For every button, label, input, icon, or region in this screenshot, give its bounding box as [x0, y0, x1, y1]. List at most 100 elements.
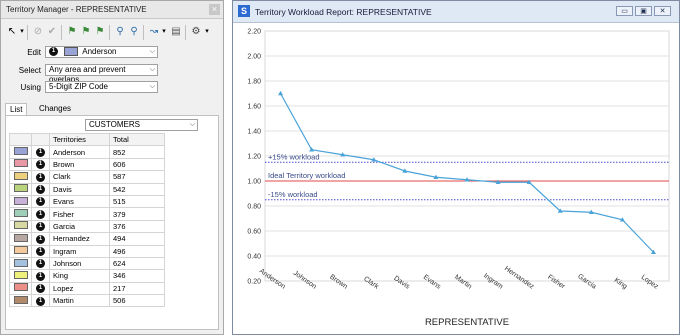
toolbar-divider: [185, 25, 186, 40]
zoom-in-icon[interactable]: ⚲: [113, 25, 127, 39]
territories-column-header[interactable]: Territories: [49, 132, 110, 147]
maximize-button[interactable]: ▣: [635, 6, 652, 16]
select-mode-dropdown[interactable]: Any area and prevent overlaps ⌵: [45, 64, 158, 84]
table-row[interactable]: 1 Anderson 852: [9, 145, 165, 159]
layer-dropdown[interactable]: CUSTOMERS ⌵: [85, 119, 198, 131]
toolbar-divider: [27, 25, 28, 40]
territory-color-cell[interactable]: [9, 294, 32, 308]
territory-color-cell[interactable]: [9, 281, 32, 296]
select-label: Select: [18, 66, 41, 75]
territory-name: Fisher: [49, 207, 110, 221]
toolbar-divider: [109, 25, 110, 40]
territory-name: Hernandez: [49, 232, 110, 246]
territory-name: Brown: [49, 157, 110, 172]
edit-label: Edit: [27, 48, 41, 57]
territory-color-swatch: [13, 209, 28, 218]
reference-line-label: Ideal Territory workload: [268, 171, 345, 180]
check-icon[interactable]: ✔: [45, 25, 59, 39]
territory-total: 852: [109, 145, 165, 159]
y-tick-label: 2.20: [247, 29, 261, 36]
table-row[interactable]: 1 Brown 606: [9, 157, 165, 172]
territory-total: 624: [109, 256, 165, 271]
territory-color-swatch: [13, 270, 28, 279]
zoom-out-icon[interactable]: ⚲: [127, 25, 141, 39]
report-icon[interactable]: ▤: [169, 25, 183, 39]
territory-color-cell[interactable]: [9, 207, 32, 221]
toolbar-divider: [61, 25, 62, 40]
minimize-button[interactable]: ▭: [616, 6, 633, 16]
remove-area-icon[interactable]: ⚑: [93, 25, 107, 39]
report-titlebar[interactable]: S Territory Workload Report: REPRESENTAT…: [233, 1, 679, 23]
territory-name: Martin: [49, 294, 110, 308]
total-column-header[interactable]: Total: [109, 132, 165, 147]
territory-color-cell[interactable]: [9, 219, 32, 234]
table-row[interactable]: 1 Johnson 624: [9, 256, 165, 271]
territory-color-cell[interactable]: [9, 244, 32, 258]
y-tick-label: 0.40: [247, 254, 261, 261]
territory-badge-cell: 1: [31, 207, 50, 221]
territory-total: 346: [109, 269, 165, 283]
using-layer-dropdown[interactable]: 5-Digit ZIP Code ⌵: [45, 81, 158, 93]
table-row[interactable]: 1 Ingram 496: [9, 244, 165, 258]
territory-badge-cell: 1: [31, 294, 50, 308]
territory-color-cell[interactable]: [9, 170, 32, 184]
territory-total: 606: [109, 157, 165, 172]
y-tick-label: 0.80: [247, 204, 261, 211]
territory-color-cell[interactable]: [9, 269, 32, 283]
reference-line-label: -15% workload: [268, 190, 318, 199]
y-tick-label: 2.00: [247, 54, 261, 61]
territory-color-cell[interactable]: [9, 145, 32, 159]
territory-color-swatch: [13, 233, 28, 242]
territory-color-cell[interactable]: [9, 232, 32, 246]
table-row[interactable]: 1 Garcia 376: [9, 219, 165, 234]
chevron-down-icon: ⌵: [189, 121, 195, 128]
chevron-down-icon[interactable]: ▾: [200, 25, 214, 39]
territory-manager-titlebar[interactable]: Territory Manager - REPRESENTATIVE ×: [1, 1, 223, 19]
territory-color-swatch: [13, 295, 28, 304]
app-logo-icon: S: [238, 5, 250, 17]
table-row[interactable]: 1 Evans 515: [9, 194, 165, 209]
table-row[interactable]: 1 Davis 542: [9, 182, 165, 196]
workload-chart: 0.20 0.40 0.60 0.80 1.00 1.20 1.40 1.60 1.80 2.00…: [247, 29, 670, 328]
add-territory-icon[interactable]: ⚑: [65, 25, 79, 39]
chevron-down-icon: ⌵: [149, 83, 155, 90]
close-icon[interactable]: ×: [209, 4, 220, 15]
add-area-icon[interactable]: ⚑: [79, 25, 93, 39]
report-title: Territory Workload Report: REPRESENTATIV…: [255, 7, 432, 17]
table-row[interactable]: 1 Lopez 217: [9, 281, 165, 296]
territory-color-cell[interactable]: [9, 182, 32, 196]
territory-name: Lopez: [49, 281, 110, 296]
cancel-icon[interactable]: ⊘: [31, 25, 45, 39]
chevron-down-icon: ⌵: [149, 48, 155, 55]
using-label: Using: [20, 83, 41, 92]
table-row[interactable]: 1 Clark 587: [9, 170, 165, 184]
table-row[interactable]: 1 King 346: [9, 269, 165, 283]
territory-color-swatch: [13, 147, 28, 156]
edit-territory-dropdown[interactable]: 1 Anderson ⌵: [45, 46, 158, 58]
table-row[interactable]: 1 Martin 506: [9, 294, 165, 308]
table-row[interactable]: 1 Fisher 379: [9, 207, 165, 221]
territory-badge: 1: [36, 147, 45, 157]
territory-color-swatch: [13, 246, 28, 255]
chevron-down-icon: ⌵: [149, 66, 155, 73]
territory-badge-cell: 1: [31, 232, 50, 246]
table-row[interactable]: 1 Hernandez 494: [9, 232, 165, 246]
territory-total: 217: [109, 281, 165, 296]
territory-badge: 1: [36, 296, 45, 306]
workload-report-window: S Territory Workload Report: REPRESENTAT…: [232, 0, 680, 335]
territory-color-cell[interactable]: [9, 256, 32, 271]
territory-color-cell[interactable]: [9, 194, 32, 209]
territory-badge-cell: 1: [31, 182, 50, 196]
territory-badge: 1: [36, 222, 45, 232]
territory-badge: 1: [36, 185, 45, 195]
territory-color-cell[interactable]: [9, 157, 32, 172]
territory-badge-cell: 1: [31, 219, 50, 234]
tab-list[interactable]: List: [5, 103, 28, 115]
territory-color-swatch: [13, 221, 28, 230]
territory-badge-cell: 1: [31, 281, 50, 296]
color-column-header: [9, 132, 32, 147]
tab-changes[interactable]: Changes: [35, 103, 75, 114]
territory-name: Garcia: [49, 219, 110, 234]
close-button[interactable]: ✕: [654, 6, 671, 16]
territory-badge: 1: [36, 160, 45, 170]
